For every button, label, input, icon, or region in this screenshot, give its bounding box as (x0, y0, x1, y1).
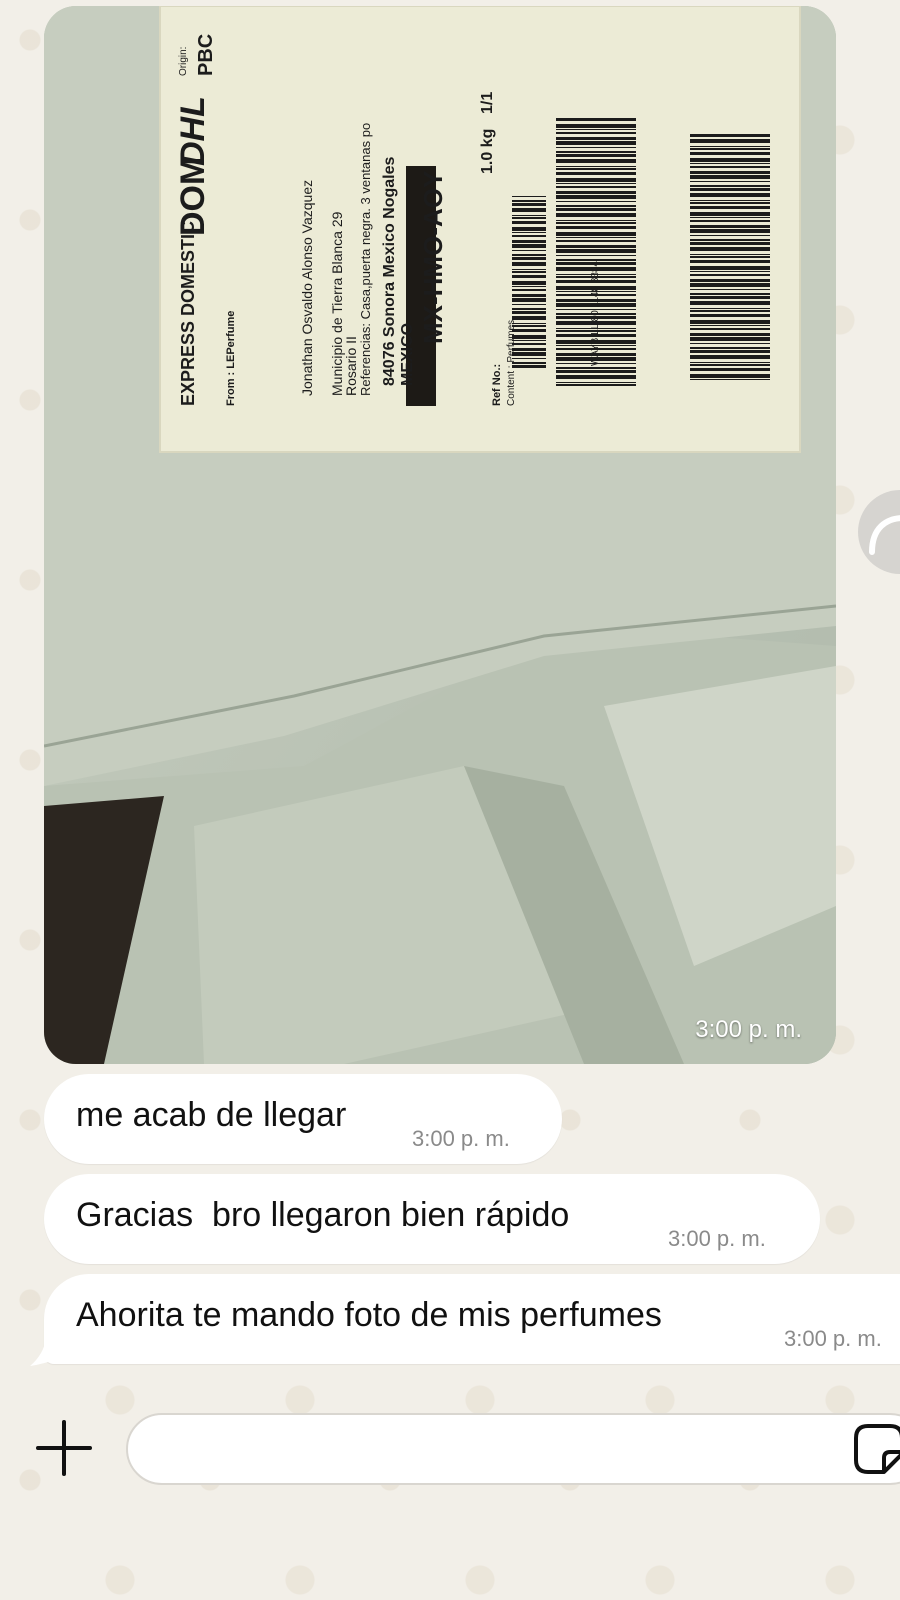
message-bubble[interactable]: Ahorita te mando foto de mis perfumes 3:… (44, 1274, 900, 1364)
message-text: me acab de llegar (76, 1096, 347, 1134)
plus-icon[interactable] (36, 1420, 92, 1476)
label-origin-label: Origin: (178, 47, 189, 76)
sticker-icon[interactable] (854, 1424, 900, 1474)
label-ref-no: Ref No.: (491, 364, 503, 406)
label-content: Content : Perfumes (506, 320, 517, 406)
label-from: From : LEPerfume (225, 311, 237, 406)
reply-button[interactable] (858, 490, 900, 574)
label-piece: 1/1 (479, 92, 496, 114)
chat-area: EXPRESS DOMESTIC DOM DHL Origin: PBC Fro… (0, 0, 900, 1600)
reply-arrow-icon (869, 515, 900, 555)
message-time: 3:00 p. m. (668, 1226, 766, 1251)
label-product: DOM (174, 157, 212, 236)
label-brand: DHL (174, 96, 212, 166)
message-time: 3:00 p. m. (412, 1126, 510, 1151)
bubble-tail (30, 1338, 60, 1366)
label-waybill: WAYB LL 80 1148 3384 (590, 260, 601, 366)
message-time: 3:00 p. m. (695, 1016, 802, 1043)
message-text: Ahorita te mando foto de mis perfumes (76, 1296, 662, 1334)
photo-message[interactable]: EXPRESS DOMESTIC DOM DHL Origin: PBC Fro… (44, 6, 836, 1064)
message-input[interactable] (126, 1413, 900, 1485)
package-photo[interactable]: EXPRESS DOMESTIC DOM DHL Origin: PBC Fro… (44, 6, 836, 1064)
label-to-line3: Rosario II (343, 336, 359, 396)
label-references: Referencias: Casa,puerta negra. 3 ventan… (358, 123, 373, 396)
label-route: MX-HMO-AOY (418, 171, 448, 344)
message-time: 3:00 p. m. (784, 1326, 882, 1351)
label-weight: 1.0 kg (479, 129, 496, 174)
label-country: MEXICO (399, 323, 416, 386)
label-origin: PBC (195, 34, 217, 76)
label-to-name: Jonathan Osvaldo Alonso Vazquez (299, 180, 315, 396)
message-bubble[interactable]: Gracias bro llegaron bien rápido 3:00 p.… (44, 1174, 820, 1264)
message-bubble[interactable]: me acab de llegar 3:00 p. m. (44, 1074, 562, 1164)
message-text: Gracias bro llegaron bien rápido (76, 1196, 570, 1234)
label-service: EXPRESS DOMESTIC (178, 221, 198, 406)
label-postal: 84076 Sonora Mexico Nogales (381, 156, 398, 386)
